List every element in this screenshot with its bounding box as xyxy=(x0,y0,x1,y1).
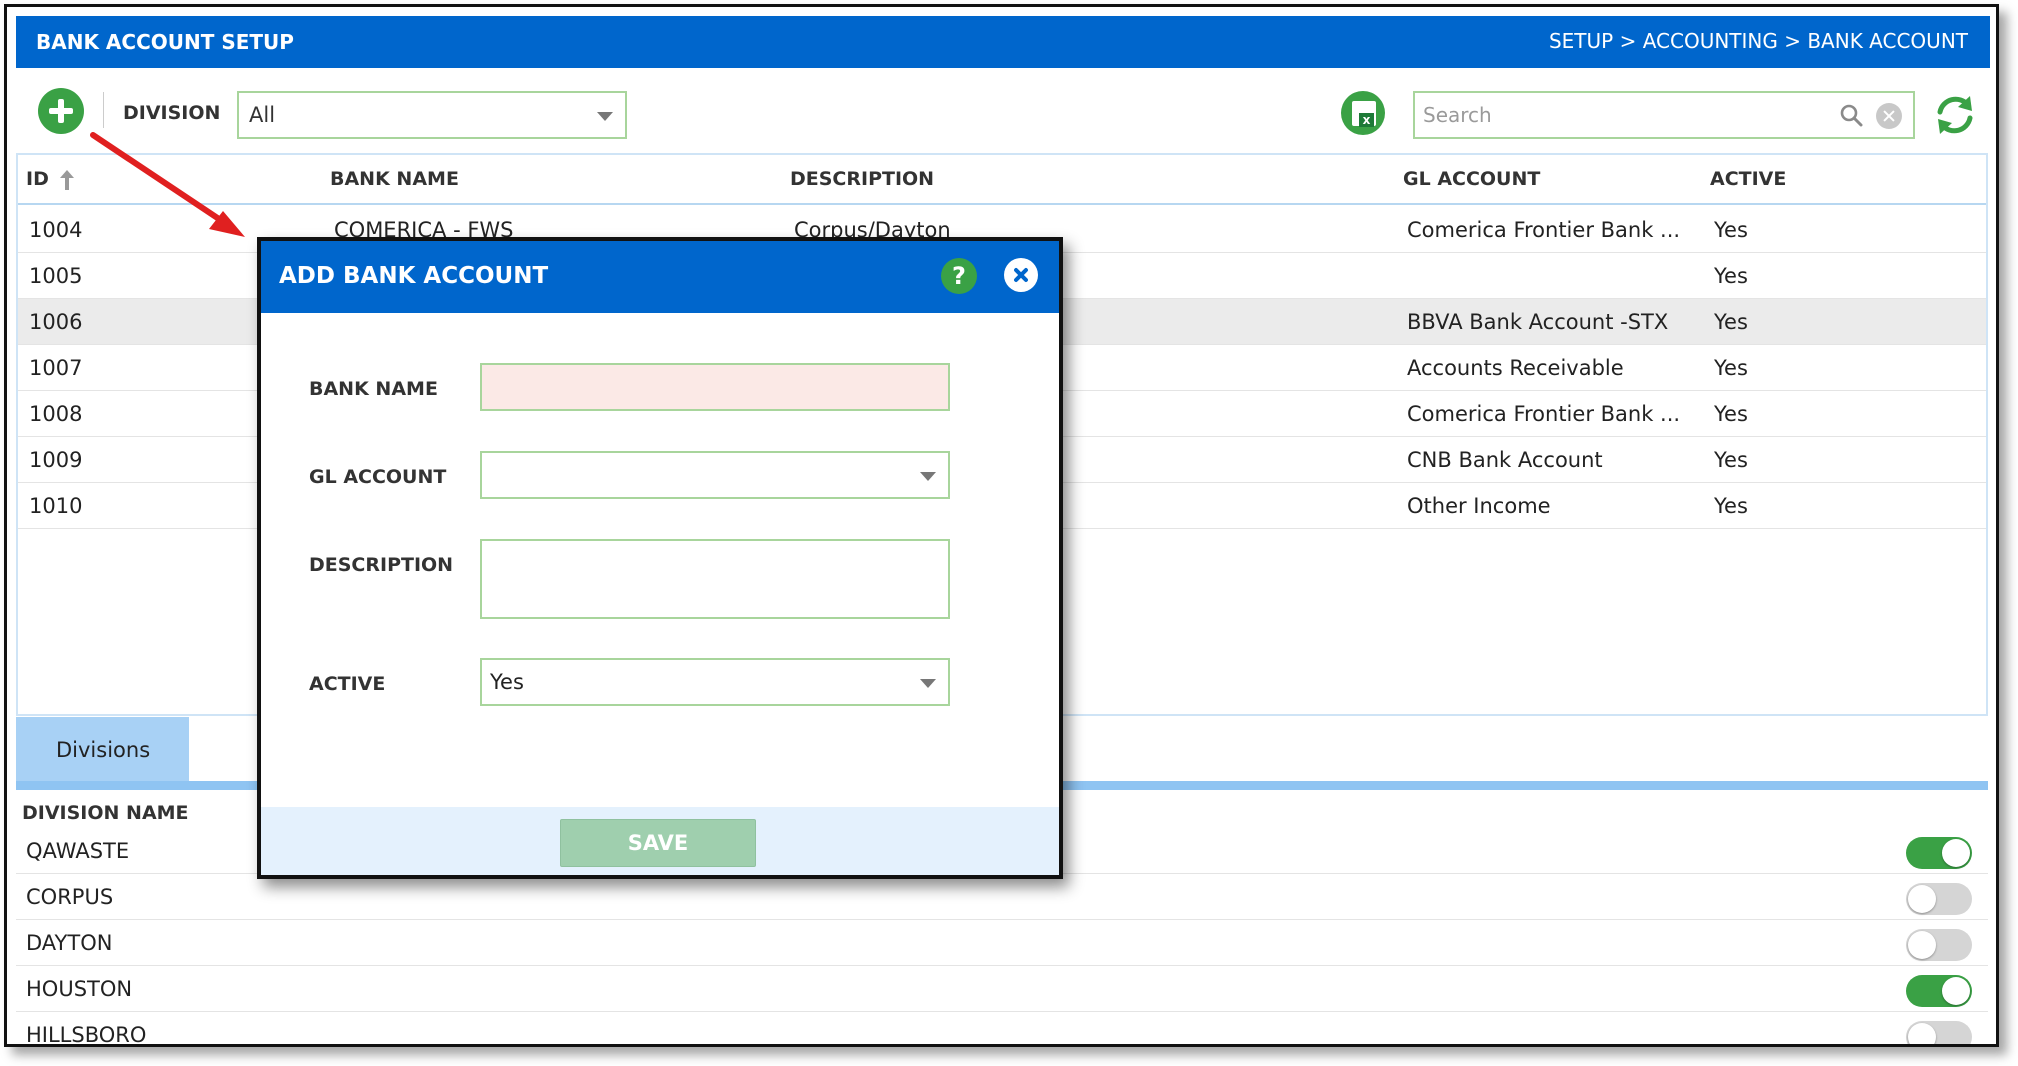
division-row: HILLSBORO xyxy=(16,1012,1988,1046)
cell-active: Yes xyxy=(1714,494,1748,518)
dialog-title: ADD BANK ACCOUNT xyxy=(279,263,549,289)
division-label: DIVISION xyxy=(123,102,221,124)
add-button[interactable] xyxy=(38,88,84,134)
division-name: CORPUS xyxy=(26,885,114,909)
tab-divisions-label: Divisions xyxy=(56,738,151,762)
refresh-icon[interactable] xyxy=(1932,92,1978,138)
toolbar-divider xyxy=(103,92,104,128)
excel-icon: x xyxy=(1352,101,1376,127)
dialog-footer: SAVE xyxy=(261,807,1059,875)
cell-id: 1009 xyxy=(29,448,83,472)
column-header-gl-account[interactable]: GL ACCOUNT xyxy=(1403,168,1540,190)
active-select[interactable]: Yes xyxy=(480,658,950,706)
division-toggle-switch[interactable] xyxy=(1906,975,1972,1007)
save-button[interactable]: SAVE xyxy=(560,819,756,867)
chevron-down-icon xyxy=(920,472,936,481)
grid-header: ID BANK NAME DESCRIPTION GL ACCOUNT ACTI… xyxy=(18,155,1986,205)
column-header-active[interactable]: ACTIVE xyxy=(1710,168,1786,190)
division-name: HOUSTON xyxy=(26,977,133,1001)
cell-id: 1008 xyxy=(29,402,83,426)
cell-gl-account: Comerica Frontier Bank ... xyxy=(1407,218,1681,242)
chevron-down-icon xyxy=(597,112,613,121)
cell-gl-account: Comerica Frontier Bank ... xyxy=(1407,402,1681,426)
bank-name-field[interactable] xyxy=(480,363,950,411)
column-header-bank-name[interactable]: BANK NAME xyxy=(330,168,459,190)
division-select-value: All xyxy=(249,103,276,127)
sort-ascending-icon xyxy=(60,169,75,190)
active-select-value: Yes xyxy=(490,670,524,694)
cell-id: 1010 xyxy=(29,494,83,518)
search-box xyxy=(1413,91,1915,139)
gl-account-select[interactable] xyxy=(480,451,950,499)
cell-active: Yes xyxy=(1714,264,1748,288)
division-row: CORPUS xyxy=(16,874,1988,920)
cell-gl-account: CNB Bank Account xyxy=(1407,448,1603,472)
division-name: QAWASTE xyxy=(26,839,130,863)
chevron-down-icon xyxy=(920,679,936,688)
search-input[interactable] xyxy=(1423,99,1823,131)
clear-search-icon[interactable] xyxy=(1876,103,1902,129)
division-toggle-switch[interactable] xyxy=(1906,883,1972,915)
cell-active: Yes xyxy=(1714,448,1748,472)
active-label: ACTIVE xyxy=(309,673,386,695)
close-icon[interactable] xyxy=(1004,258,1038,292)
cell-active: Yes xyxy=(1714,402,1748,426)
breadcrumb[interactable]: SETUP > ACCOUNTING > BANK ACCOUNT xyxy=(1549,29,1968,53)
help-icon[interactable]: ? xyxy=(941,258,977,294)
column-header-id[interactable]: ID xyxy=(26,168,75,191)
description-label: DESCRIPTION xyxy=(309,554,454,576)
cell-id: 1004 xyxy=(29,218,83,242)
division-select[interactable]: All xyxy=(237,91,627,139)
division-name: DAYTON xyxy=(26,931,113,955)
cell-id: 1005 xyxy=(29,264,83,288)
cell-active: Yes xyxy=(1714,218,1748,242)
screenshot-frame: BANK ACCOUNT SETUP SETUP > ACCOUNTING > … xyxy=(4,4,1999,1047)
tab-divisions[interactable]: Divisions xyxy=(16,717,189,784)
cell-active: Yes xyxy=(1714,356,1748,380)
cell-active: Yes xyxy=(1714,310,1748,334)
division-row: HOUSTON xyxy=(16,966,1988,1012)
page-title: BANK ACCOUNT SETUP xyxy=(36,30,294,54)
dialog-header: ADD BANK ACCOUNT ? xyxy=(261,241,1059,313)
bank-name-label: BANK NAME xyxy=(309,378,438,400)
add-bank-account-dialog: ADD BANK ACCOUNT ? BANK NAME GL ACCOUNT … xyxy=(257,237,1063,879)
search-icon[interactable] xyxy=(1839,103,1863,127)
division-name: HILLSBORO xyxy=(26,1023,147,1046)
division-row: DAYTON xyxy=(16,920,1988,966)
gl-account-label: GL ACCOUNT xyxy=(309,466,447,488)
cell-id: 1006 xyxy=(29,310,83,334)
division-toggle-switch[interactable] xyxy=(1906,837,1972,869)
cell-gl-account: Accounts Receivable xyxy=(1407,356,1624,380)
column-header-description[interactable]: DESCRIPTION xyxy=(790,168,934,190)
division-name-header: DIVISION NAME xyxy=(22,802,189,824)
description-textarea[interactable] xyxy=(480,539,950,619)
excel-export-button[interactable]: x xyxy=(1341,91,1385,135)
cell-id: 1007 xyxy=(29,356,83,380)
cell-gl-account: Other Income xyxy=(1407,494,1551,518)
cell-gl-account: BBVA Bank Account -STX xyxy=(1407,310,1669,334)
division-toggle-switch[interactable] xyxy=(1906,929,1972,961)
page-header: BANK ACCOUNT SETUP SETUP > ACCOUNTING > … xyxy=(16,16,1990,68)
division-toggle-switch[interactable] xyxy=(1906,1021,1972,1044)
